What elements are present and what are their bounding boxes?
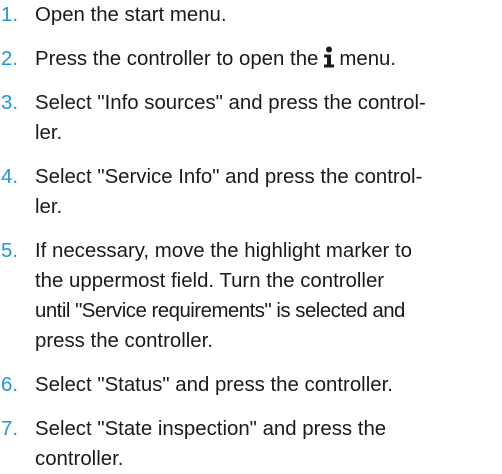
instruction-steps: 1. Open the start menu. 2. Press the con… bbox=[0, 0, 502, 474]
step-7: 7. Select "State inspection" and press t… bbox=[0, 414, 480, 474]
step-text-line: ler. bbox=[35, 122, 63, 144]
step-2: 2. Press the controller to open the menu… bbox=[0, 44, 480, 74]
info-icon bbox=[324, 46, 335, 68]
step-number: 2. bbox=[1, 48, 19, 70]
step-number: 3. bbox=[1, 92, 19, 114]
step-text: Press the controller to open the menu. bbox=[35, 44, 480, 74]
step-5: 5. If necessary, move the highlight mark… bbox=[0, 236, 480, 356]
step-text: Select "Status" and press the controller… bbox=[35, 374, 393, 396]
step-number: 1. bbox=[1, 4, 19, 26]
step-text-after-icon: menu. bbox=[339, 48, 397, 70]
step-number: 5. bbox=[1, 240, 19, 262]
step-4: 4. Select "Service Info" and press the c… bbox=[0, 162, 480, 222]
step-text-line: press the controller. bbox=[35, 330, 213, 352]
step-text-line: the uppermost field. Turn the controller bbox=[35, 270, 385, 292]
step-3: 3. Select "Info sources" and press the c… bbox=[0, 88, 480, 148]
step-text-line: Select "State inspection" and press the bbox=[35, 418, 387, 440]
step-text-line: controller. bbox=[35, 448, 124, 470]
step-number: 7. bbox=[1, 418, 19, 440]
step-text-line: Select "Info sources" and press the cont… bbox=[35, 92, 426, 114]
step-text-before-icon: Press the controller to open the bbox=[35, 48, 319, 70]
step-text-line: ler. bbox=[35, 196, 63, 218]
step-number: 4. bbox=[1, 166, 19, 188]
step-1: 1. Open the start menu. bbox=[0, 0, 480, 30]
step-text: Open the start menu. bbox=[35, 4, 227, 26]
step-text-line: Select "Service Info" and press the cont… bbox=[35, 166, 423, 188]
step-number: 6. bbox=[1, 374, 19, 396]
step-6: 6. Select "Status" and press the control… bbox=[0, 370, 480, 400]
step-text-line: If necessary, move the highlight marker … bbox=[35, 240, 413, 262]
step-text-line: until "Service requirements" is selected… bbox=[35, 300, 405, 322]
